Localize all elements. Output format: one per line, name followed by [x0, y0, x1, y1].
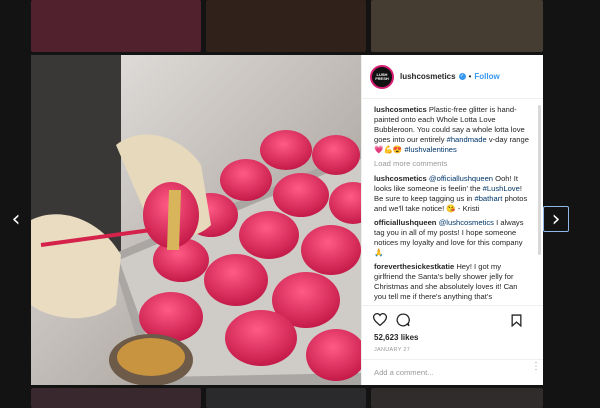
avatar[interactable]: LUSH FRESH [370, 64, 394, 89]
caption: lushcosmetics Plastic-free glitter is ha… [374, 105, 531, 155]
header-separator: • [468, 72, 472, 81]
mention-link[interactable]: @lushcosmetics [439, 218, 494, 227]
mention-link[interactable]: @officiallushqueen [429, 174, 493, 183]
post-header: LUSH FRESH lushcosmetics ✓ • Follow [362, 55, 543, 99]
chevron-right-icon[interactable]: › [543, 206, 569, 232]
verified-badge-icon: ✓ [458, 73, 466, 80]
comment-icon[interactable] [396, 313, 410, 327]
hashtag-link[interactable]: #handmade [447, 135, 487, 144]
add-comment-input[interactable]: Add a comment... [362, 359, 543, 385]
hashtag-link[interactable]: #lushvalentines [404, 145, 456, 154]
likes-count[interactable]: 52,623 likes [362, 333, 543, 345]
follow-button[interactable]: Follow [474, 72, 499, 81]
list-item: lushcosmetics @officiallushqueen Ooh! It… [374, 174, 531, 214]
post-modal: LUSH FRESH lushcosmetics ✓ • Follow lush… [31, 55, 543, 385]
comment-username[interactable]: foreverthesickestkatie [374, 262, 454, 271]
bubbleroon-photo-illustration [31, 55, 361, 385]
post-date: JANUARY 27 [374, 347, 411, 353]
post-side-panel: LUSH FRESH lushcosmetics ✓ • Follow lush… [361, 55, 543, 385]
comments-list[interactable]: lushcosmetics Plastic-free glitter is ha… [362, 99, 543, 305]
chevron-left-icon[interactable]: ‹ [3, 206, 29, 232]
list-item: foreverthesickestkatie Hey! I got my gir… [374, 262, 531, 302]
heart-icon[interactable] [373, 313, 387, 327]
post-photo [31, 55, 361, 385]
hashtag-link[interactable]: #LushLove [483, 184, 520, 193]
more-options-icon[interactable]: ⋮ [531, 361, 541, 372]
list-item: officiallushqueen @lushcosmetics I alway… [374, 218, 531, 258]
bookmark-icon[interactable] [509, 313, 523, 327]
post-actions [362, 305, 543, 333]
comment-username[interactable]: lushcosmetics [374, 174, 427, 183]
hashtag-link[interactable]: #bathart [474, 194, 502, 203]
load-more-comments-link[interactable]: Load more comments [374, 159, 531, 169]
post-author-username[interactable]: lushcosmetics [400, 72, 456, 81]
comment-username[interactable]: lushcosmetics [374, 105, 427, 114]
comment-username[interactable]: officiallushqueen [374, 218, 436, 227]
avatar-text: LUSH FRESH [375, 71, 389, 81]
comments-scrollbar[interactable] [538, 105, 541, 255]
